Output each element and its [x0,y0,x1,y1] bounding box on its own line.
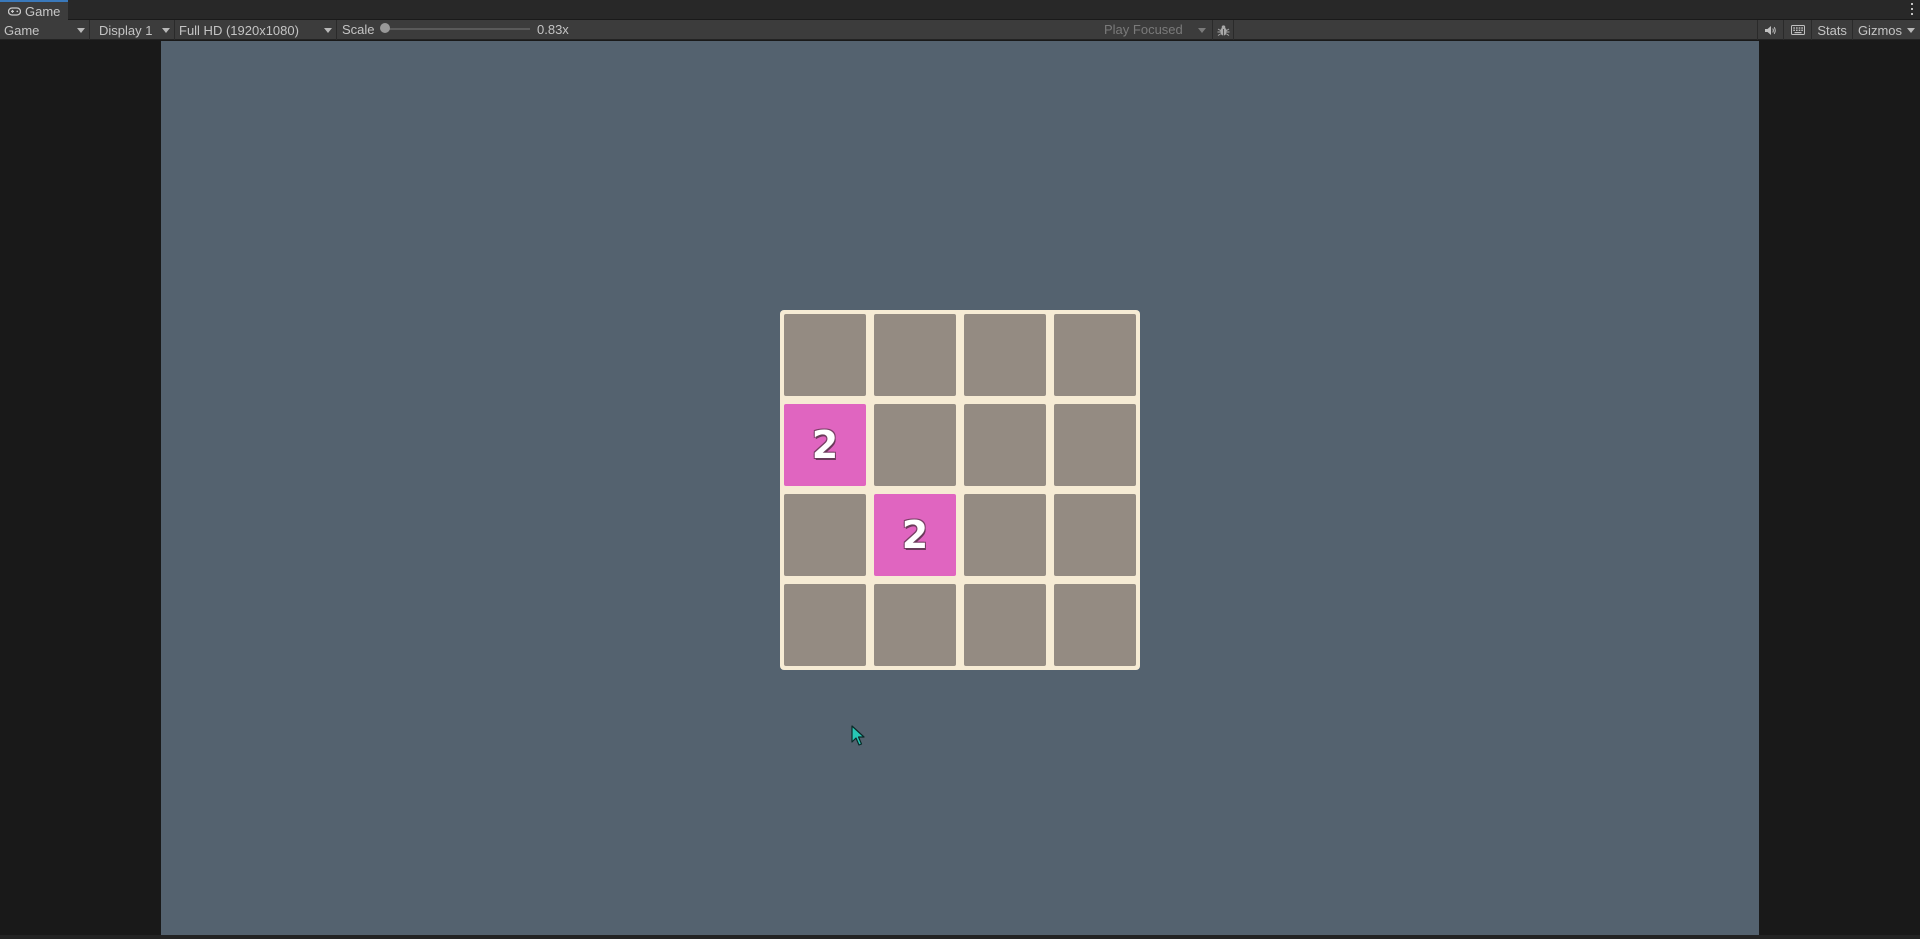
game-board: 22 [780,310,1140,670]
game-view-toolbar: Game Display 1 Full HD (1920x1080) Scale… [0,20,1920,40]
gizmos-label: Gizmos [1857,22,1902,38]
chevron-down-icon [162,28,170,33]
bug-toggle-button[interactable] [1212,20,1234,40]
play-mode-label: Play Focused [1104,22,1183,37]
view-mode-label: Game [4,22,40,38]
board-cell [1054,314,1136,396]
display-dropdown[interactable]: Display 1 [95,20,175,40]
board-cell [784,494,866,576]
resolution-dropdown[interactable]: Full HD (1920x1080) [175,20,337,40]
chevron-down-icon [77,28,85,33]
chevron-down-icon [324,28,332,33]
board-cell [964,404,1046,486]
board-cell [1054,494,1136,576]
board-cell [874,584,956,666]
board-cell [964,584,1046,666]
mute-audio-button[interactable] [1757,20,1783,40]
view-mode-dropdown[interactable]: Game [0,20,90,40]
bug-icon [1217,24,1229,36]
play-mode-dropdown[interactable]: Play Focused [1100,20,1210,40]
board-cell [964,494,1046,576]
resolution-label: Full HD (1920x1080) [179,22,299,38]
keyboard-icon [1790,25,1805,35]
tile: 2 [784,404,866,486]
board-cell [874,314,956,396]
right-toolbar-group: Stats Gizmos [1757,20,1920,40]
scale-slider-track[interactable] [384,28,530,30]
scale-value: 0.83x [537,22,569,37]
board-cell [784,314,866,396]
tab-title: Game [25,3,61,19]
gizmos-dropdown[interactable]: Gizmos [1851,20,1920,40]
mouse-cursor-icon [851,725,865,746]
speaker-icon [1765,25,1777,35]
tile: 2 [874,494,956,576]
scale-label: Scale [342,22,375,37]
game-tab[interactable]: Game [0,0,69,20]
scale-slider-thumb[interactable] [380,23,390,33]
stats-label: Stats [1817,22,1847,38]
title-bar: Game [0,0,1920,20]
tile-value: 2 [811,423,839,467]
board-cell [784,584,866,666]
stats-button[interactable]: Stats [1811,20,1852,40]
chevron-down-icon [1198,28,1206,33]
chevron-down-icon [1907,28,1915,33]
shortcuts-button[interactable] [1783,20,1811,40]
board-cell [1054,584,1136,666]
more-options-icon[interactable] [1910,1,1914,17]
board-cell [964,314,1046,396]
board-cell [1054,404,1136,486]
display-label: Display 1 [99,22,153,38]
bottom-border [0,935,1920,939]
tile-value: 2 [901,513,929,557]
gamepad-icon [8,6,21,16]
board-cell [874,404,956,486]
